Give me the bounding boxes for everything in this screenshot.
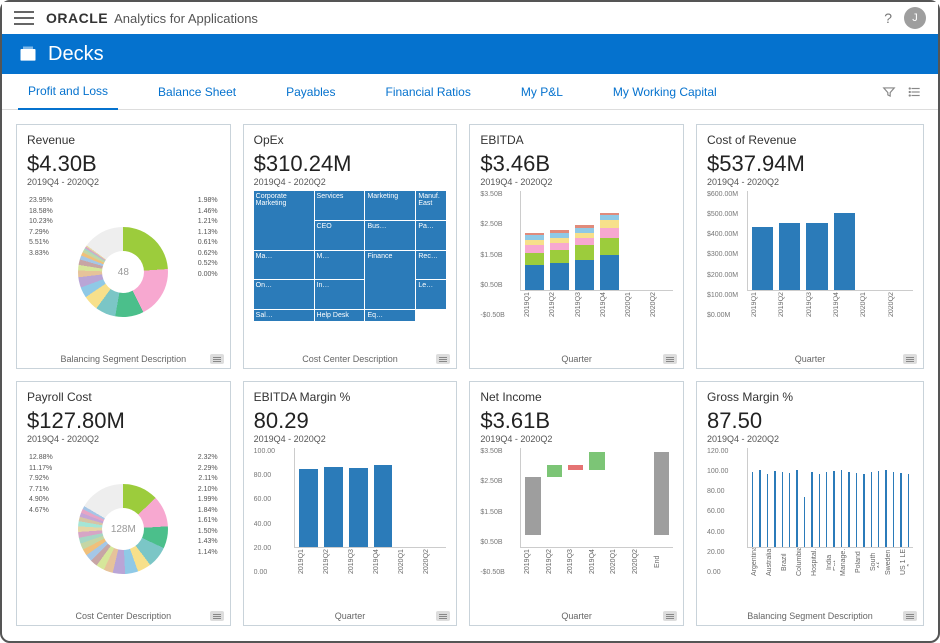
card-footer: Quarter <box>480 611 673 621</box>
card-ebitda_margin: EBITDA Margin % 80.29 2019Q4 - 2020Q2 10… <box>243 381 458 626</box>
card-range: 2019Q4 - 2020Q2 <box>27 434 220 444</box>
card-range: 2019Q4 - 2020Q2 <box>480 434 673 444</box>
card-menu-icon[interactable] <box>903 354 917 364</box>
product-name: Analytics for Applications <box>114 11 258 26</box>
card-footer: Quarter <box>480 354 673 364</box>
card-range: 2019Q4 - 2020Q2 <box>254 434 447 444</box>
treemap-cell[interactable]: Pa… <box>416 221 446 250</box>
card-title: EBITDA Margin % <box>254 390 447 404</box>
card-range: 2019Q4 - 2020Q2 <box>254 177 447 187</box>
decks-icon <box>18 44 38 64</box>
treemap-cell[interactable]: Manuf. East <box>416 191 446 220</box>
card-value: $4.30B <box>27 151 220 177</box>
card-title: Revenue <box>27 133 220 147</box>
card-title: EBITDA <box>480 133 673 147</box>
card-value: $310.24M <box>254 151 447 177</box>
tab-balance-sheet[interactable]: Balance Sheet <box>148 74 246 110</box>
avatar[interactable]: J <box>904 7 926 29</box>
treemap-cell[interactable]: In… <box>315 280 365 309</box>
card-revenue: Revenue $4.30B 2019Q4 - 2020Q2 4823.95%1… <box>16 124 231 369</box>
tab-my-p-l[interactable]: My P&L <box>511 74 573 110</box>
card-title: Cost of Revenue <box>707 133 913 147</box>
card-footer: Balancing Segment Description <box>707 611 913 621</box>
topbar: ORACLE Analytics for Applications ? J <box>2 2 938 34</box>
treemap-cell[interactable]: Le… <box>416 280 446 309</box>
card-menu-icon[interactable] <box>663 354 677 364</box>
card-chart: $600.00M$500.00M$400.00M$300.00M$200.00M… <box>707 191 913 353</box>
card-footer: Quarter <box>707 354 913 364</box>
tab-financial-ratios[interactable]: Financial Ratios <box>375 74 480 110</box>
treemap-cell[interactable]: On… <box>254 280 314 309</box>
card-cost_of_revenue: Cost of Revenue $537.94M 2019Q4 - 2020Q2… <box>696 124 924 369</box>
tabs-bar: Profit and Loss Balance Sheet Payables Fina… <box>2 74 938 110</box>
card-chart: $3.50B$2.50B$1.50B$0.50B-$0.50B2019Q1201… <box>480 448 673 610</box>
card-gross_margin: Gross Margin % 87.50 2019Q4 - 2020Q2 120… <box>696 381 924 626</box>
card-chart: 100.0080.0060.0040.0020.000.002019Q12019… <box>254 448 447 610</box>
card-menu-icon[interactable] <box>436 611 450 621</box>
card-value: 87.50 <box>707 408 913 434</box>
brand-logo: ORACLE <box>46 10 108 26</box>
treemap-cell[interactable]: Corporate Marketing <box>254 191 314 250</box>
card-chart: Corporate MarketingServicesMarketingManu… <box>254 191 447 353</box>
cards-grid: Revenue $4.30B 2019Q4 - 2020Q2 4823.95%1… <box>2 110 938 640</box>
help-icon[interactable]: ? <box>884 10 892 26</box>
card-menu-icon[interactable] <box>436 354 450 364</box>
tab-payables[interactable]: Payables <box>276 74 345 110</box>
treemap-cell[interactable]: Help Desk <box>315 310 365 321</box>
card-chart: 128M12.88%11.17%7.92%7.71%4.90%4.67%2.32… <box>27 448 220 610</box>
card-title: Payroll Cost <box>27 390 220 404</box>
card-opex: OpEx $310.24M 2019Q4 - 2020Q2 Corporate … <box>243 124 458 369</box>
card-range: 2019Q4 - 2020Q2 <box>480 177 673 187</box>
card-footer: Quarter <box>254 611 447 621</box>
card-menu-icon[interactable] <box>663 611 677 621</box>
filter-icon[interactable] <box>882 85 896 99</box>
treemap-cell[interactable]: Ma… <box>254 251 314 280</box>
card-chart: 120.00100.0080.0060.0040.0020.000.00Arge… <box>707 448 913 610</box>
card-menu-icon[interactable] <box>210 611 224 621</box>
page-header: Decks <box>2 34 938 74</box>
card-payroll_cost: Payroll Cost $127.80M 2019Q4 - 2020Q2 12… <box>16 381 231 626</box>
card-title: OpEx <box>254 133 447 147</box>
card-title: Net Income <box>480 390 673 404</box>
treemap-cell[interactable]: Rec… <box>416 251 446 280</box>
treemap-cell[interactable]: Eq… <box>365 310 415 321</box>
card-title: Gross Margin % <box>707 390 913 404</box>
treemap-cell[interactable]: Services <box>315 191 365 220</box>
card-footer: Cost Center Description <box>27 611 220 621</box>
card-value: $127.80M <box>27 408 220 434</box>
treemap-cell[interactable]: Bus… <box>365 221 415 250</box>
card-range: 2019Q4 - 2020Q2 <box>707 177 913 187</box>
card-menu-icon[interactable] <box>210 354 224 364</box>
card-value: 80.29 <box>254 408 447 434</box>
hamburger-menu-icon[interactable] <box>14 11 34 25</box>
page-title: Decks <box>48 43 104 66</box>
tab-profit-and-loss[interactable]: Profit and Loss <box>18 74 118 110</box>
card-menu-icon[interactable] <box>903 611 917 621</box>
list-icon[interactable] <box>908 85 922 99</box>
card-value: $537.94M <box>707 151 913 177</box>
treemap-cell[interactable]: Sal… <box>254 310 314 321</box>
card-value: $3.61B <box>480 408 673 434</box>
treemap-cell[interactable]: Finance <box>365 251 415 310</box>
card-chart: 4823.95%18.58%10.23%7.29%5.51%3.83%1.98%… <box>27 191 220 353</box>
card-net_income: Net Income $3.61B 2019Q4 - 2020Q2 $3.50B… <box>469 381 684 626</box>
tab-my-working-capital[interactable]: My Working Capital <box>603 74 727 110</box>
card-footer: Cost Center Description <box>254 354 447 364</box>
card-value: $3.46B <box>480 151 673 177</box>
treemap-cell[interactable]: M… <box>315 251 365 280</box>
card-range: 2019Q4 - 2020Q2 <box>27 177 220 187</box>
card-ebitda: EBITDA $3.46B 2019Q4 - 2020Q2 $3.50B$2.5… <box>469 124 684 369</box>
treemap-cell[interactable]: Marketing <box>365 191 415 220</box>
card-footer: Balancing Segment Description <box>27 354 220 364</box>
treemap-cell[interactable]: CEO <box>315 221 365 250</box>
card-range: 2019Q4 - 2020Q2 <box>707 434 913 444</box>
card-chart: $3.50B$2.50B$1.50B$0.50B-$0.50B2019Q1201… <box>480 191 673 353</box>
